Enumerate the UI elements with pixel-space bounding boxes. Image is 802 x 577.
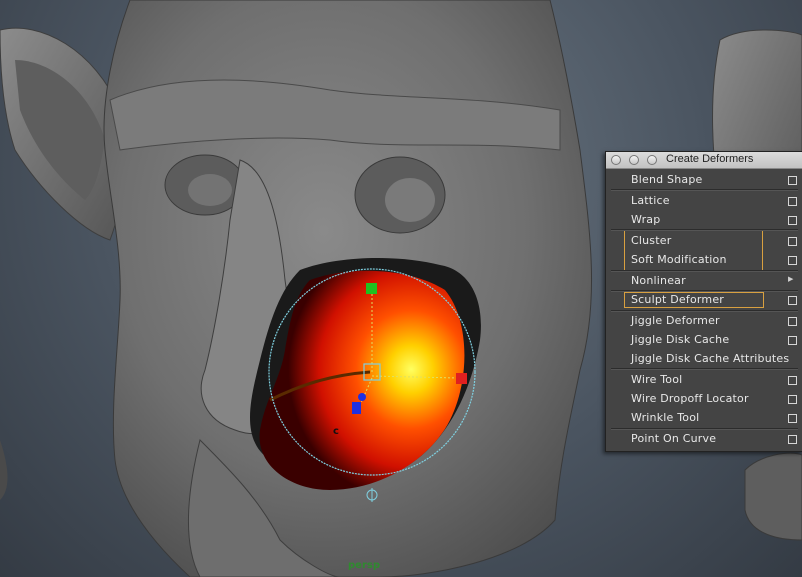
soft-modification-options-icon[interactable] — [788, 256, 797, 265]
menu-item-blend-shape[interactable]: Blend Shape — [631, 173, 702, 186]
separator — [611, 290, 798, 292]
menu-item-point-on-curve[interactable]: Point On Curve — [631, 432, 716, 445]
manip-y-handle[interactable] — [366, 283, 377, 294]
menu-item-wrap[interactable]: Wrap — [631, 213, 660, 226]
separator — [611, 428, 798, 430]
blend-shape-options-icon[interactable] — [788, 176, 797, 185]
manip-z-handle[interactable] — [352, 402, 361, 414]
wrinkle-tool-options-icon[interactable] — [788, 414, 797, 423]
wire-tool-options-icon[interactable] — [788, 376, 797, 385]
point-on-curve-options-icon[interactable] — [788, 435, 797, 444]
menu-item-jiggle-disk-cache[interactable]: Jiggle Disk Cache — [631, 333, 729, 346]
menu-item-nonlinear[interactable]: Nonlinear — [631, 274, 686, 287]
separator — [611, 270, 798, 272]
menu-item-soft-modification[interactable]: Soft Modification — [631, 253, 727, 266]
menu-item-wrinkle-tool[interactable]: Wrinkle Tool — [631, 411, 699, 424]
wire-dropoff-locator-options-icon[interactable] — [788, 395, 797, 404]
menu-item-cluster[interactable]: Cluster — [631, 234, 671, 247]
create-deformers-menu: Create Deformers Blend Shape Lattice Wra… — [605, 151, 802, 452]
menu-item-sculpt-deformer[interactable]: Sculpt Deformer — [631, 293, 724, 306]
submenu-arrow-icon: ▶ — [788, 275, 794, 283]
sculpt-deformer-options-icon[interactable] — [788, 296, 797, 305]
menu-title: Create Deformers — [666, 153, 754, 165]
menu-titlebar[interactable]: Create Deformers — [606, 152, 802, 169]
menu-item-wire-tool[interactable]: Wire Tool — [631, 373, 682, 386]
lattice-options-icon[interactable] — [788, 197, 797, 206]
menu-item-jiggle-deformer[interactable]: Jiggle Deformer — [631, 314, 720, 327]
camera-label: persp — [348, 560, 380, 571]
jiggle-disk-cache-options-icon[interactable] — [788, 336, 797, 345]
wrap-options-icon[interactable] — [788, 216, 797, 225]
manip-x-handle[interactable] — [456, 373, 467, 384]
handle-label: c — [333, 426, 339, 437]
close-icon[interactable] — [611, 155, 621, 165]
minimize-icon[interactable] — [629, 155, 639, 165]
cluster-options-icon[interactable] — [788, 237, 797, 246]
jiggle-deformer-options-icon[interactable] — [788, 317, 797, 326]
separator — [611, 310, 798, 312]
separator — [611, 368, 798, 370]
menu-item-jiggle-disk-cache-attributes[interactable]: Jiggle Disk Cache Attributes — [631, 352, 789, 365]
menu-item-wire-dropoff-locator[interactable]: Wire Dropoff Locator — [631, 392, 749, 405]
zoom-icon[interactable] — [647, 155, 657, 165]
separator — [611, 189, 798, 191]
menu-item-lattice[interactable]: Lattice — [631, 194, 670, 207]
separator — [611, 229, 798, 231]
